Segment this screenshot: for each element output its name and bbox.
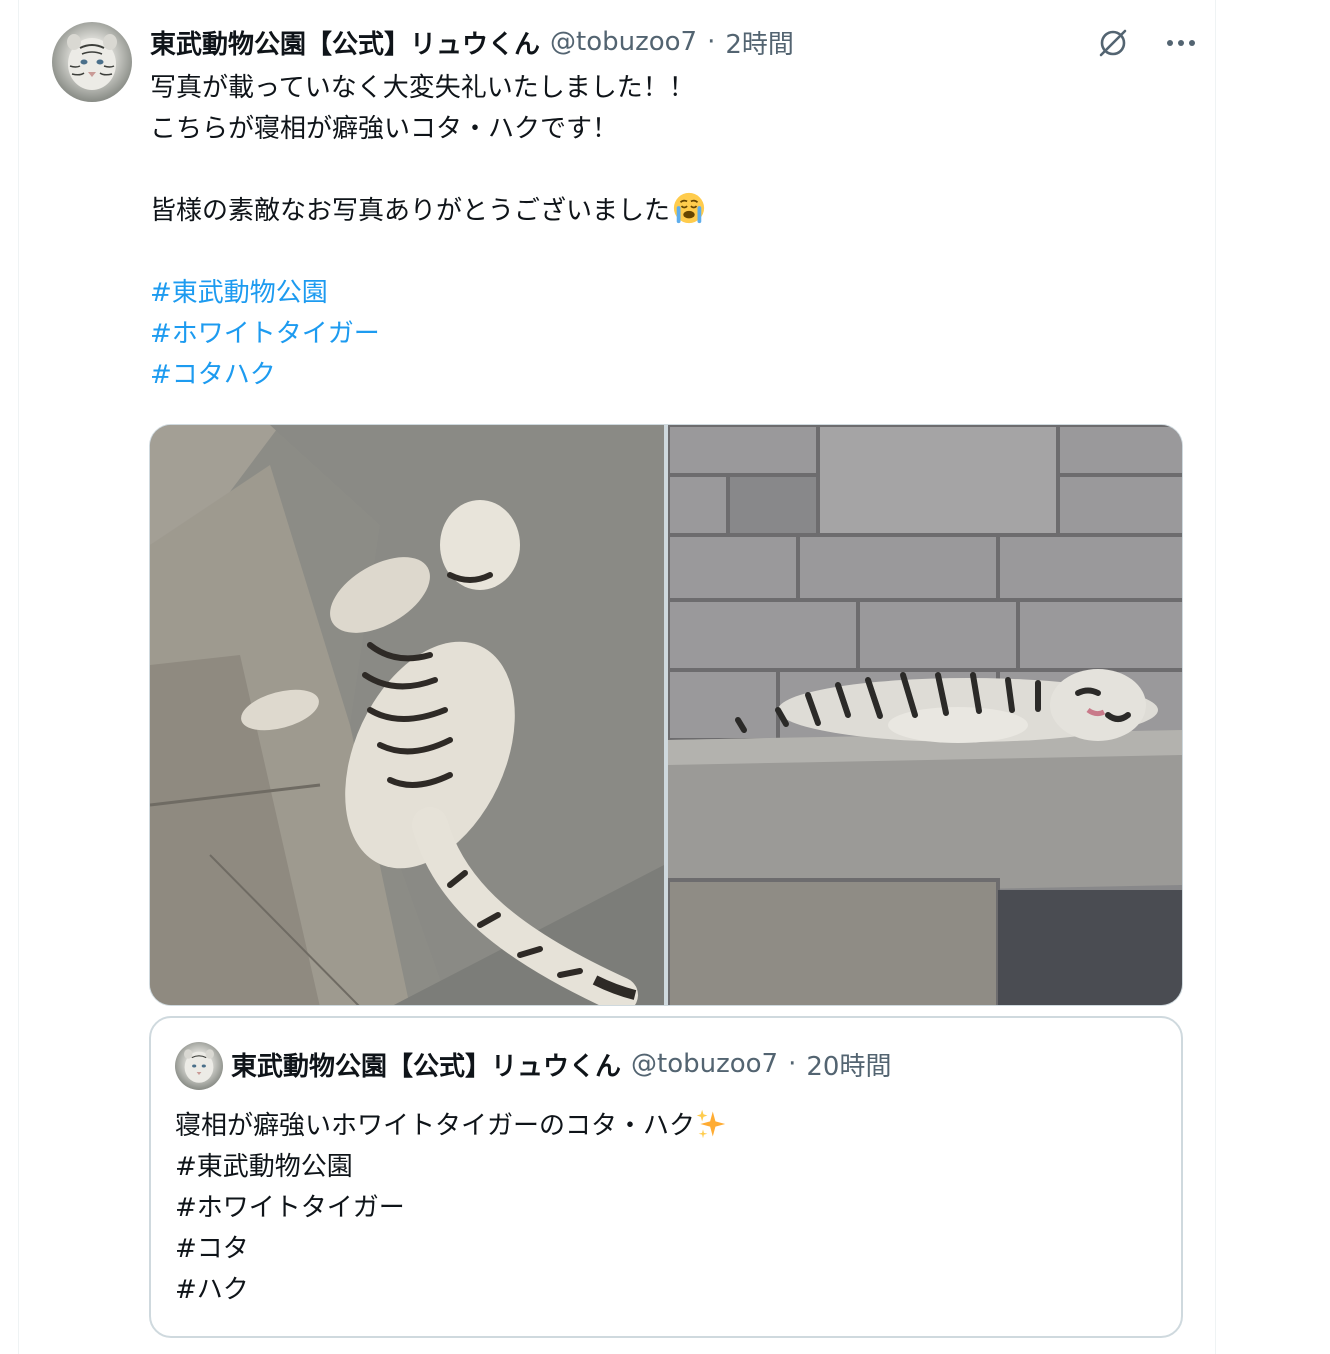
quoted-hashtag: #ホワイトタイガー [175,1193,405,1223]
tweet-text: 写真が載っていなく大変失礼いたしました！！ こちらが寝相が癖強いコタ・ハクです！… [150,68,1180,396]
tweet-line: 皆様の素敵なお写真ありがとうございました [150,196,671,226]
crying-face-icon [672,191,706,225]
quoted-display-name: 東武動物公園【公式】リュウくん [231,1051,622,1082]
separator-dot: · [788,1049,797,1079]
quoted-tweet[interactable]: 東武動物公園【公式】リュウくん @tobuzoo7 · 20時間 寝相が癖強いホ… [149,1016,1183,1338]
user-handle[interactable]: @tobuzoo7 [550,27,697,57]
column-border-right [1215,0,1216,1354]
quoted-timestamp: 20時間 [806,1051,892,1082]
hashtag-link[interactable]: #コタハク [150,360,276,390]
tweet-actions [1093,22,1201,64]
separator-dot: · [707,27,716,57]
quoted-hashtag: #コタ [175,1234,249,1264]
tweet-line: 写真が載っていなく大変失礼いたしました！！ [150,73,695,103]
white-tiger-avatar-image [184,1049,214,1083]
quoted-line: 寝相が癖強いホワイトタイガーのコタ・ハク [175,1111,696,1141]
tweet-header: 東武動物公園【公式】リュウくん @tobuzoo7 · 2時間 [150,22,794,62]
grok-icon[interactable] [1093,23,1133,63]
quoted-user-handle: @tobuzoo7 [631,1049,779,1079]
quoted-hashtag: #東武動物公園 [175,1152,353,1182]
quoted-hashtag: #ハク [175,1275,249,1305]
avatar[interactable] [52,22,132,102]
quoted-avatar[interactable] [175,1042,223,1090]
tweet[interactable]: 東武動物公園【公式】リュウくん @tobuzoo7 · 2時間 写真が載っていな… [19,0,1215,1354]
white-tiger-avatar-image [67,34,117,90]
tweet-line: こちらが寝相が癖強いコタ・ハクです！ [150,114,619,144]
quoted-line-with-emoji: 寝相が癖強いホワイトタイガーのコタ・ハク [175,1106,1155,1147]
hashtag-link[interactable]: #ホワイトタイガー [150,319,380,349]
display-name[interactable]: 東武動物公園【公式】リュウくん [150,24,540,61]
tweet-line-with-emoji: 皆様の素敵なお写真ありがとうございました [150,191,1180,232]
timestamp[interactable]: 2時間 [725,24,794,61]
media-grid [149,424,1183,1006]
hashtag-link[interactable]: #東武動物公園 [150,278,328,308]
photo-white-tiger-lying-on-slope[interactable] [150,425,664,1005]
sparkles-icon [695,1108,727,1140]
quoted-tweet-header: 東武動物公園【公式】リュウくん @tobuzoo7 · 20時間 [231,1044,891,1084]
more-icon[interactable] [1161,23,1201,63]
quoted-tweet-text: 寝相が癖強いホワイトタイガーのコタ・ハク #東武動物公園 #ホワイトタイガー #… [175,1106,1155,1311]
photo-white-tiger-sleeping-on-rock[interactable] [668,425,1182,1005]
